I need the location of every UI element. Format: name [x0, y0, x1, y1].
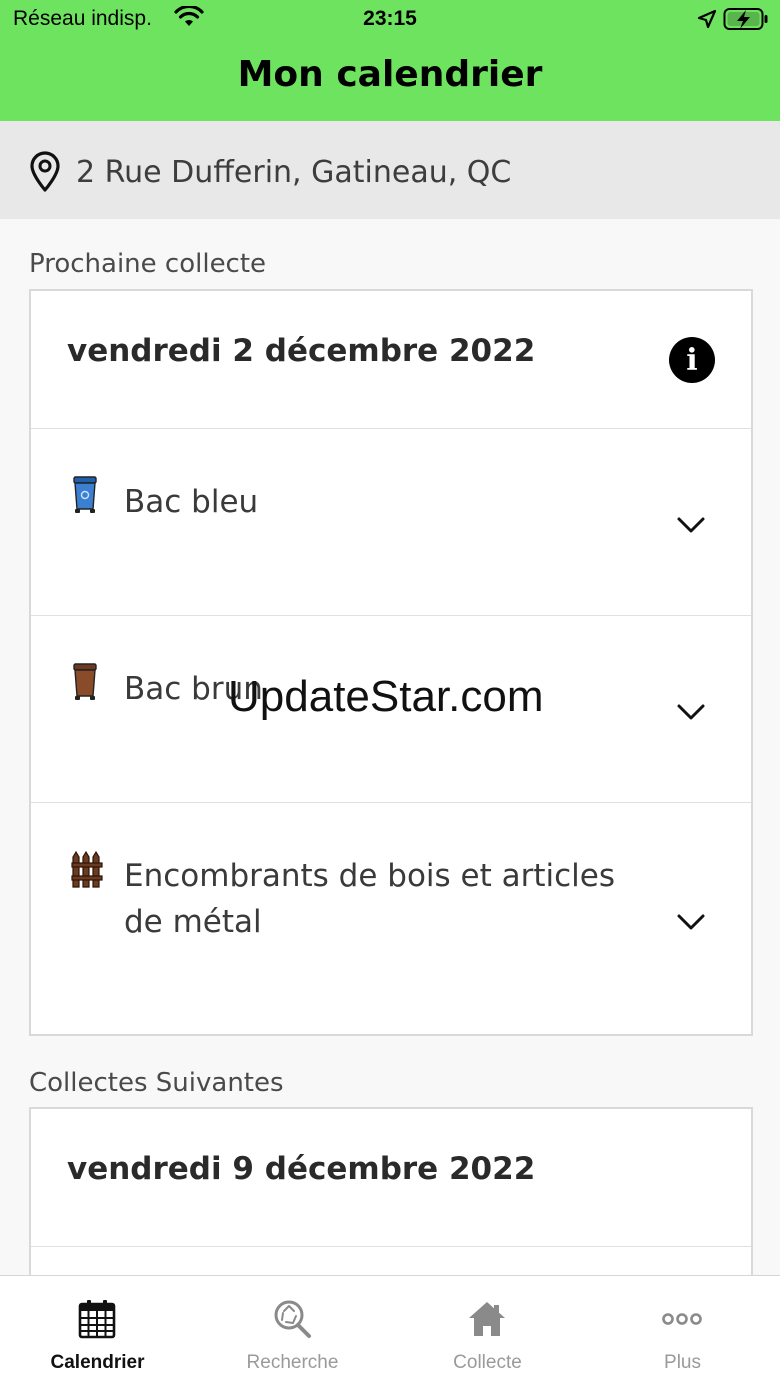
address-bar[interactable]: 2 Rue Dufferin, Gatineau, QC [0, 121, 780, 219]
battery-charging-icon [723, 8, 768, 30]
clock: 23:15 [363, 7, 417, 30]
chevron-down-icon[interactable] [676, 515, 706, 535]
next-collection-card: vendredi 2 décembre 2022 i Bac bleu Bac … [29, 289, 753, 1036]
watermark: UpdateStar.com [228, 672, 544, 721]
chevron-down-icon[interactable] [676, 912, 706, 932]
tab-collecte[interactable]: Collecte [390, 1276, 585, 1387]
tab-bar: Calendrier Recherche Collecte Plus [0, 1275, 780, 1387]
collection-item-bulky-waste[interactable]: Encombrants de bois et articles de métal [31, 803, 751, 1035]
more-dots-icon [662, 1313, 702, 1325]
address-text: 2 Rue Dufferin, Gatineau, QC [76, 155, 512, 190]
calendar-icon [78, 1300, 116, 1339]
map-pin-icon [30, 151, 60, 192]
recycle-search-icon [274, 1300, 311, 1338]
blue-bin-icon [73, 476, 97, 513]
fence-icon [71, 850, 103, 888]
tab-label: Calendrier [50, 1352, 145, 1373]
tab-calendrier[interactable]: Calendrier [0, 1276, 195, 1387]
following-collections-label: Collectes Suivantes [29, 1068, 284, 1098]
tab-label: Plus [664, 1352, 701, 1373]
brown-bin-icon [73, 663, 97, 700]
collection-date: vendredi 2 décembre 2022 [67, 333, 536, 369]
chevron-down-icon[interactable] [676, 702, 706, 722]
card-header: vendredi 2 décembre 2022 i [31, 291, 751, 429]
home-icon [469, 1302, 505, 1336]
tab-recherche[interactable]: Recherche [195, 1276, 390, 1387]
collection-item-label: Bac bleu [124, 484, 259, 520]
collection-date: vendredi 9 décembre 2022 [67, 1151, 536, 1187]
next-collection-label: Prochaine collecte [29, 249, 267, 279]
page-title: Mon calendrier [237, 54, 543, 95]
tab-label: Collecte [453, 1352, 522, 1373]
status-bar: Réseau indisp. 23:15 [0, 0, 780, 40]
collection-item-blue-bin[interactable]: Bac bleu [31, 429, 751, 616]
location-arrow-icon [697, 9, 717, 29]
info-icon[interactable]: i [669, 337, 715, 383]
app-header: Réseau indisp. 23:15 Mon calendrier [0, 0, 780, 121]
tab-plus[interactable]: Plus [585, 1276, 780, 1387]
collection-item-label: Encombrants de bois et articles de métal [124, 858, 616, 940]
tab-label: Recherche [246, 1352, 339, 1373]
card-header: vendredi 9 décembre 2022 [31, 1109, 751, 1247]
